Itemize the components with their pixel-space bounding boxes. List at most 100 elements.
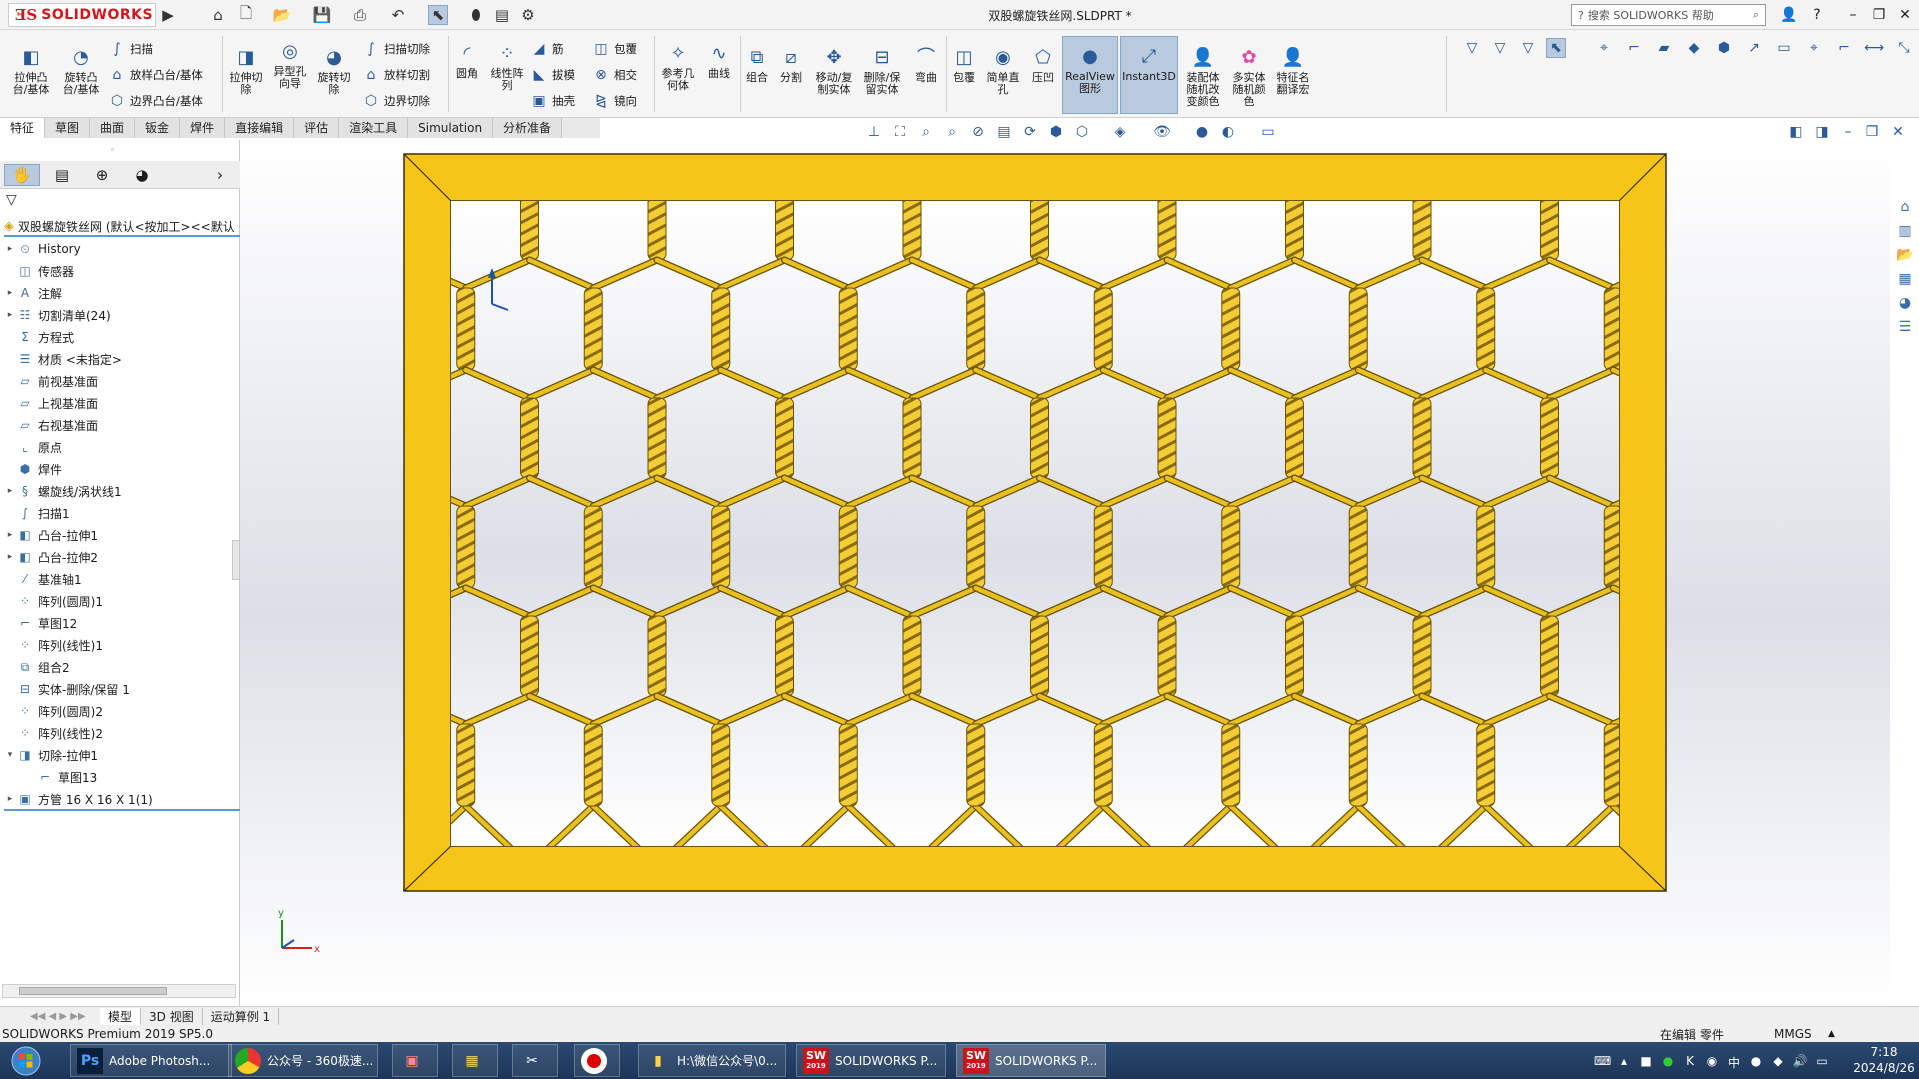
tree-item[interactable]: ⬢ 焊件 <box>4 458 240 480</box>
network-icon[interactable]: ▭ <box>1814 1054 1830 1070</box>
taskbar-app-1[interactable]: ▣ <box>392 1044 438 1077</box>
home-icon[interactable]: ⌂ <box>208 5 228 25</box>
expand-arrow-icon[interactable]: ▸ <box>4 244 16 254</box>
file-properties-icon[interactable]: ▤ <box>492 5 512 25</box>
tree-item[interactable]: ▱ 右视基准面 <box>4 414 240 436</box>
tree-item[interactable]: ⁘ 阵列(线性)1 <box>4 634 240 656</box>
tab-simulation[interactable]: Simulation <box>408 118 494 138</box>
linear-pattern-button[interactable]: ⁘ 线性阵列 <box>486 42 528 92</box>
filter-icon[interactable]: ▽ <box>1462 38 1482 58</box>
tray-k-icon[interactable]: K <box>1682 1054 1698 1070</box>
scrollbar-thumb[interactable] <box>19 987 167 995</box>
color-tray-icon[interactable]: ■ <box>1638 1054 1654 1070</box>
section-view-icon[interactable]: ⊘ <box>968 122 988 142</box>
wrap-button[interactable]: ◫ 包覆 <box>592 40 637 58</box>
filter-sketch-icon[interactable]: ⌐ <box>1834 38 1854 58</box>
taskbar-photoshop[interactable]: Ps Adobe Photosh... <box>70 1044 232 1077</box>
draft-button[interactable]: ◣ 拔模 <box>530 66 575 84</box>
tree-item[interactable]: Σ 方程式 <box>4 326 240 348</box>
units-selector[interactable]: MMGS <box>1774 1027 1812 1041</box>
filter-dims-icon[interactable]: ⟷ <box>1864 38 1884 58</box>
expand-arrow-icon[interactable]: ▸ <box>4 530 16 540</box>
view-settings-icon[interactable]: ▭ <box>1258 122 1278 142</box>
resources-home-icon[interactable]: ⌂ <box>1894 196 1916 218</box>
move-copy-body-button[interactable]: ✥ 移动/复制实体 <box>812 46 856 96</box>
panel-expand-icon[interactable]: › <box>210 164 230 186</box>
shell-button[interactable]: ▣ 抽壳 <box>530 92 575 110</box>
display-style-icon[interactable]: ⬡ <box>1072 122 1092 142</box>
options-gear-icon[interactable]: ⚙ <box>518 5 538 25</box>
help-search-input[interactable]: ? 搜索 SOLIDWORKS 帮助 ⌕ <box>1571 4 1766 26</box>
search-icon[interactable]: ⌕ <box>1753 8 1759 22</box>
fillet-button[interactable]: ◜ 圆角 <box>452 42 482 80</box>
filter-points-icon[interactable]: ⌖ <box>1804 38 1824 58</box>
feature-manager-tab-icon[interactable]: 🖐 <box>4 164 40 186</box>
rotate-view-icon[interactable]: ⟳ <box>1020 122 1040 142</box>
user-icon[interactable]: 👤 <box>1778 4 1800 26</box>
mirror-button[interactable]: ⧎ 镜向 <box>592 92 637 110</box>
print-icon[interactable]: ⎙ <box>350 5 370 25</box>
tree-item[interactable]: ▸ ▣ 方管 16 X 16 X 1(1) <box>4 788 240 810</box>
filter-vertices-icon[interactable]: ⌖ <box>1594 38 1614 58</box>
eye-icon[interactable]: 👁 <box>1152 122 1172 142</box>
configuration-manager-tab-icon[interactable]: ⊕ <box>84 164 120 186</box>
tree-item[interactable]: ⌐ 草图12 <box>4 612 240 634</box>
tree-item[interactable]: ⁘ 阵列(圆周)1 <box>4 590 240 612</box>
hide-show-icon[interactable]: ◈ <box>1110 122 1130 142</box>
tab-surfaces[interactable]: 曲面 <box>90 118 136 138</box>
design-library-icon[interactable]: ▥ <box>1894 220 1916 242</box>
tray-shield-icon[interactable]: ◆ <box>1770 1054 1786 1070</box>
filter-solids-icon[interactable]: ⬢ <box>1714 38 1734 58</box>
tab-model[interactable]: 模型 <box>100 1008 142 1025</box>
taskbar-app-2[interactable]: ▦ <box>452 1044 498 1077</box>
tile-left-icon[interactable]: ◧ <box>1786 122 1806 142</box>
tree-item[interactable]: ▱ 前视基准面 <box>4 370 240 392</box>
appearances-icon[interactable]: ◕ <box>1894 292 1916 314</box>
solidworks-logo[interactable]: ƎS SOLIDWORKS <box>8 3 156 27</box>
filter-clear-icon[interactable]: ▽ <box>1518 38 1538 58</box>
filter-faces-icon[interactable]: ▰ <box>1654 38 1674 58</box>
tree-item[interactable]: ⧉ 组合2 <box>4 656 240 678</box>
tray-expand-icon[interactable]: ▴ <box>1616 1054 1632 1070</box>
rib-button[interactable]: ◢ 筋 <box>530 40 564 58</box>
taskbar-explorer[interactable]: ▮ H:\微信公众号\0... <box>638 1044 786 1077</box>
sweep-button[interactable]: ∫ 扫描 <box>108 40 153 58</box>
rebuild-icon[interactable]: ⬮ <box>466 5 486 25</box>
loft-cut-button[interactable]: ⌂ 放样切割 <box>362 66 430 84</box>
tab-analysis-prep[interactable]: 分析准备 <box>493 118 563 138</box>
expand-arrow-icon[interactable]: ▸ <box>4 310 16 320</box>
tab-weldments[interactable]: 焊件 <box>180 118 226 138</box>
instant3d-button[interactable]: ⤢ Instant3D <box>1120 36 1178 114</box>
taskbar-browser[interactable]: 公众号 - 360极速... <box>228 1044 378 1077</box>
tree-item[interactable]: ▱ 上视基准面 <box>4 392 240 414</box>
realview-button[interactable]: ● RealView图形 <box>1062 36 1118 114</box>
tree-item[interactable]: ▸ A 注解 <box>4 282 240 304</box>
revolve-boss-button[interactable]: ◔ 旋转凸台/基体 <box>58 46 104 96</box>
doc-close-icon[interactable]: ✕ <box>1888 122 1908 142</box>
tree-item[interactable]: ◫ 传感器 <box>4 260 240 282</box>
select-icon[interactable]: ⬉ <box>428 5 448 25</box>
taskbar-solidworks-2[interactable]: SW 2019 SOLIDWORKS P... <box>956 1044 1106 1077</box>
save-icon[interactable]: 💾 <box>312 5 332 25</box>
tile-right-icon[interactable]: ◨ <box>1812 122 1832 142</box>
hole-wizard-button[interactable]: ◎ 异型孔向导 <box>270 40 310 90</box>
indent-button[interactable]: ⬠ 压凹 <box>1026 46 1060 84</box>
wechat-icon[interactable]: ● <box>1660 1054 1676 1070</box>
display-manager-tab-icon[interactable]: ◕ <box>124 164 160 186</box>
taskbar-app-3[interactable]: ✂ <box>512 1044 558 1077</box>
tab-render-tools[interactable]: 渲染工具 <box>339 118 409 138</box>
new-document-icon[interactable]: 🗋 <box>236 4 256 25</box>
select-arrow-icon[interactable]: ⬉ <box>1546 38 1566 58</box>
units-caret-icon[interactable]: ▲ <box>1828 1029 1835 1039</box>
expand-arrow-icon[interactable]: ▸ <box>4 288 16 298</box>
panel-grip-icon[interactable]: ◦ <box>110 146 115 156</box>
asm-random-color-button[interactable]: 👤 装配体随机改变颜色 <box>1182 46 1224 108</box>
tree-item[interactable]: ⊟ 实体-删除/保留 1 <box>4 678 240 700</box>
tab-sketch[interactable]: 草图 <box>45 118 91 138</box>
file-explorer-icon[interactable]: 📂 <box>1894 244 1916 266</box>
start-button[interactable] <box>4 1042 48 1079</box>
volume-icon[interactable]: 🔊 <box>1792 1054 1808 1070</box>
tree-item[interactable]: ▸ § 螺旋线/涡状线1 <box>4 480 240 502</box>
expand-menu-icon[interactable]: ▶ <box>158 5 178 25</box>
tree-item[interactable]: ⁘ 阵列(线性)2 <box>4 722 240 744</box>
